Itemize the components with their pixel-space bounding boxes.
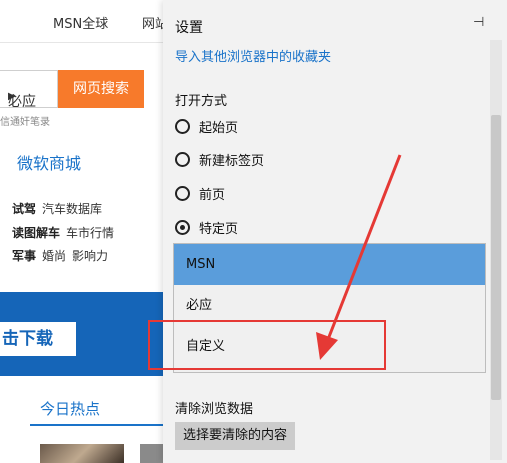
import-favorites-link[interactable]: 导入其他浏览器中的收藏夹 <box>175 46 331 65</box>
msn-global-link[interactable]: MSN全球 <box>53 13 108 32</box>
link-row: 军事 婚尚 影响力 <box>12 247 114 264</box>
radio-button[interactable] <box>175 151 190 167</box>
settings-scrollbar-thumb[interactable] <box>491 115 501 400</box>
hot-tab-underline <box>30 424 165 426</box>
link-bold[interactable]: 试驾 <box>12 202 36 216</box>
radio-new-tab[interactable]: 新建标签页 <box>175 148 264 170</box>
settings-title: 设置 <box>175 20 203 36</box>
radio-button-selected[interactable] <box>175 219 190 235</box>
dropdown-option-msn[interactable]: MSN <box>174 244 485 285</box>
open-with-label: 打开方式 <box>175 94 228 109</box>
choose-what-to-clear-button[interactable]: 选择要清除的内容 <box>175 422 296 450</box>
link-bold[interactable]: 军事 <box>12 249 36 263</box>
pin-icon[interactable]: ⊣ <box>473 15 493 33</box>
search-hint: 信通奸笔录 <box>0 117 50 128</box>
radio-button[interactable] <box>175 118 190 134</box>
radio-label: 特定页 <box>199 221 239 237</box>
web-search-button[interactable]: 网页搜索 <box>58 70 144 108</box>
news-thumbnail[interactable] <box>40 444 124 463</box>
radio-start-page[interactable]: 起始页 <box>175 115 238 137</box>
microsoft-store-link[interactable]: 微软商城 <box>17 150 81 174</box>
link-bold[interactable]: 读图解车 <box>12 226 60 240</box>
search-engine-label: 必应 <box>8 94 36 110</box>
clear-data-label: 清除浏览数据 <box>175 402 254 417</box>
radio-label: 前页 <box>199 187 226 203</box>
link-row: 试驾 汽车数据库 <box>12 200 108 217</box>
radio-label: 起始页 <box>199 120 239 136</box>
link-item[interactable]: 婚尚 <box>42 249 66 263</box>
radio-previous-page[interactable]: 前页 <box>175 182 225 204</box>
link-row: 读图解车 车市行情 <box>12 224 120 241</box>
link-item[interactable]: 车市行情 <box>66 226 114 240</box>
radio-button[interactable] <box>175 185 190 201</box>
download-button[interactable]: 击下载 <box>0 322 76 356</box>
annotation-highlight-box <box>148 320 386 370</box>
link-item[interactable]: 影响力 <box>72 249 108 263</box>
search-engine-selector[interactable]: ▶ 必应 <box>0 70 58 110</box>
radio-specific-page[interactable]: 特定页 <box>175 216 238 238</box>
radio-label: 新建标签页 <box>199 153 265 169</box>
hot-news-tab[interactable]: 今日热点 <box>40 398 100 419</box>
link-item[interactable]: 汽车数据库 <box>42 202 102 216</box>
settings-panel: 设置 ⊣ 导入其他浏览器中的收藏夹 打开方式 起始页 新建标签页 前页 特定页 … <box>163 0 507 463</box>
